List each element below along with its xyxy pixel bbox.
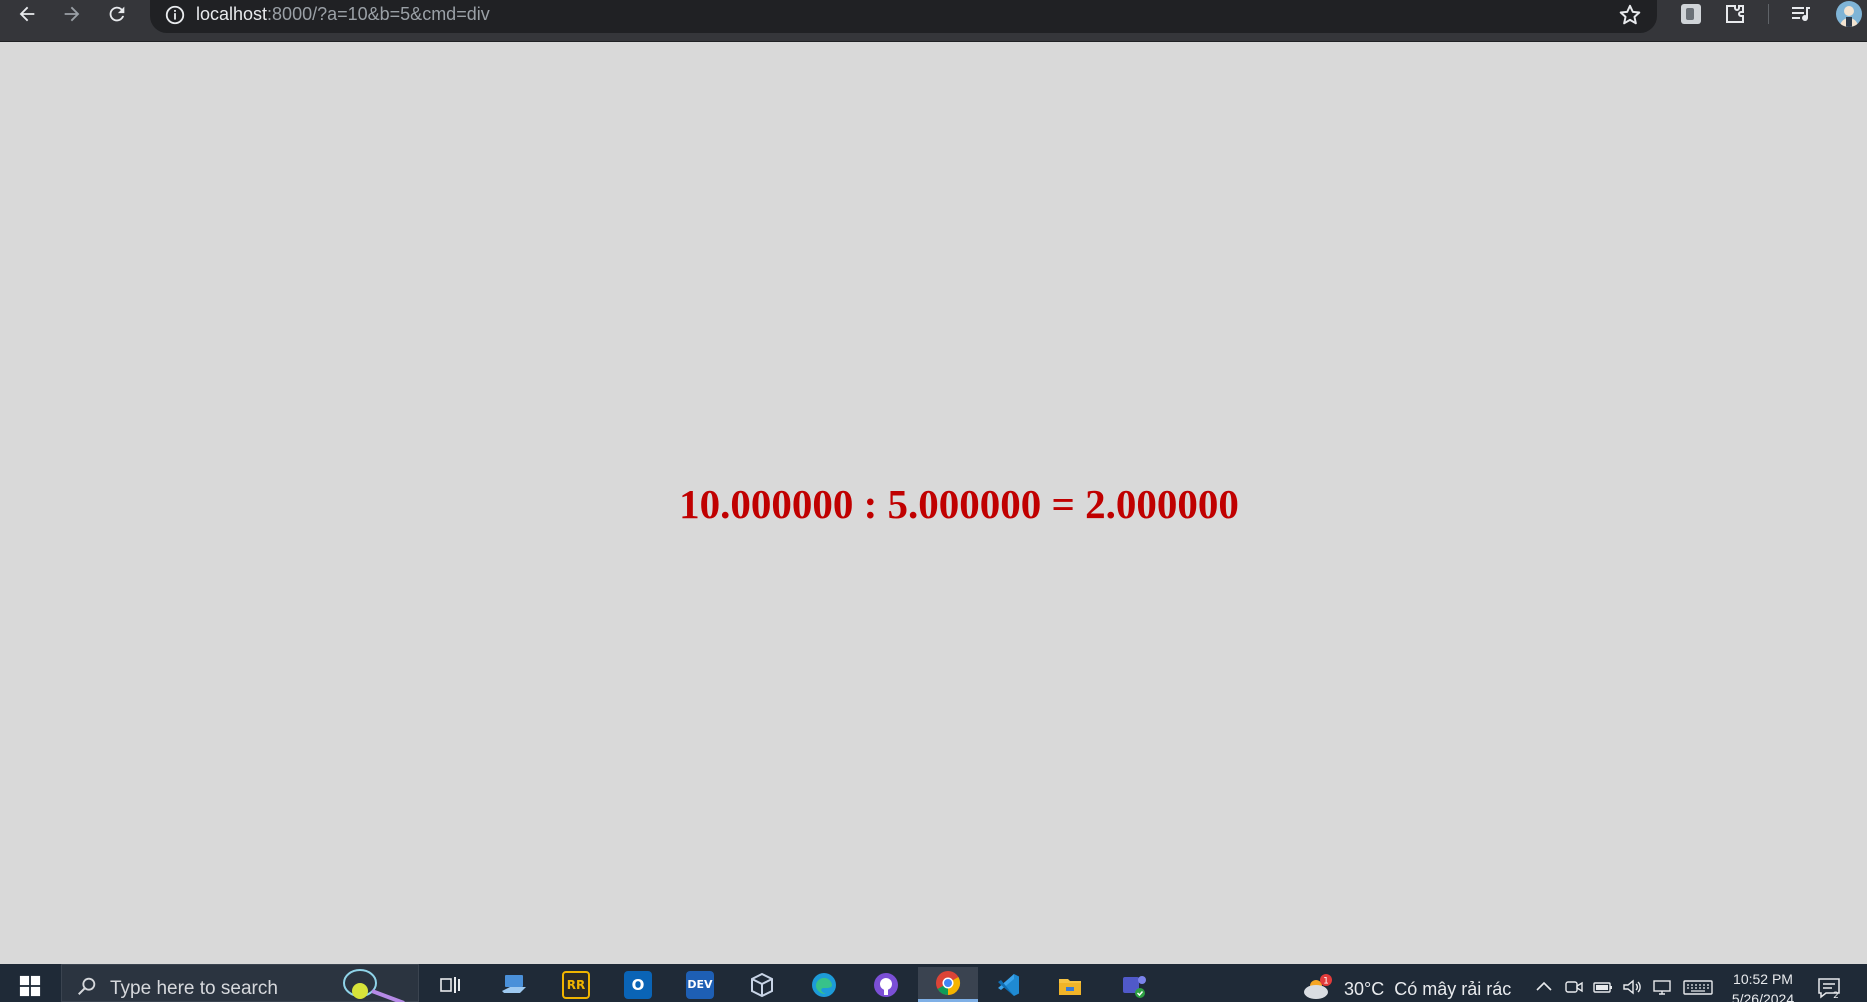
taskbar-outlook[interactable]: O: [610, 967, 666, 1002]
url-path: :8000/?a=10&b=5&cmd=div: [267, 4, 490, 24]
system-clock[interactable]: 10:52 PM 5/26/2024: [1718, 969, 1808, 1002]
remote-desktop-icon: [502, 974, 526, 993]
volume-icon[interactable]: [1621, 976, 1643, 998]
result-container: 10.000000 : 5.000000 = 2.000000: [0, 480, 1867, 528]
edge-browser-icon: [812, 972, 836, 997]
extension-app-icon: [1681, 4, 1701, 24]
taskbar-devcpp[interactable]: DEV: [672, 967, 728, 1002]
taskbar-vscode[interactable]: [980, 967, 1036, 1002]
clock-time: 10:52 PM: [1733, 971, 1793, 987]
clock-date: 5/26/2024: [1731, 991, 1795, 1002]
taskbar-search[interactable]: Type here to search: [61, 964, 419, 1002]
meet-now-icon[interactable]: [1563, 976, 1585, 998]
partly-cloudy-icon: 1: [1304, 974, 1332, 999]
taskbar-virtualbox[interactable]: [734, 967, 790, 1002]
rr-preview-icon: RR: [562, 970, 590, 999]
forward-arrow-icon: [64, 6, 80, 22]
windows-logo-icon: [19, 975, 41, 997]
weather-temp: 30°C: [1344, 979, 1385, 999]
task-view-icon: [440, 976, 460, 993]
toolbar-separator: [1768, 4, 1769, 24]
start-button[interactable]: [10, 970, 50, 1002]
profile-avatar[interactable]: [1836, 1, 1862, 27]
dev-cpp-icon: DEV: [686, 970, 714, 999]
notification-center-icon[interactable]: 2: [1816, 976, 1842, 1000]
reload-icon: [109, 6, 125, 22]
folder-icon: [1059, 978, 1081, 995]
taskbar-github[interactable]: [858, 967, 914, 1002]
reading-list-icon: [1792, 7, 1810, 22]
taskbar-task-view[interactable]: [422, 967, 478, 1002]
url-text[interactable]: localhost:8000/?a=10&b=5&cmd=div: [196, 3, 490, 25]
github-icon: [874, 972, 898, 997]
taskbar-teams[interactable]: [1106, 967, 1162, 1002]
search-icon: [78, 977, 96, 995]
taskbar: Type here to search RR O DEV 1 30°C Có m…: [0, 964, 1867, 1002]
teams-icon: [1123, 975, 1146, 998]
taskbar-rdp[interactable]: [486, 967, 542, 1002]
battery-icon[interactable]: [1592, 976, 1614, 998]
search-placeholder: Type here to search: [110, 978, 278, 999]
weather-desc: Có mây rải rác: [1394, 979, 1512, 999]
forward-button[interactable]: [52, 0, 92, 28]
back-arrow-icon: [19, 6, 35, 22]
notification-count: 2: [1833, 991, 1839, 1000]
taskbar-edge[interactable]: [796, 967, 852, 1002]
page-content: 10.000000 : 5.000000 = 2.000000: [0, 42, 1867, 964]
browser-toolbar: localhost:8000/?a=10&b=5&cmd=div: [0, 0, 1867, 42]
virtualbox-cube-icon: [751, 972, 773, 997]
taskbar-rr-preview[interactable]: RR: [548, 967, 604, 1002]
extension-puzzle-icon: [1726, 5, 1744, 23]
weather-badge: 1: [1323, 977, 1329, 987]
division-result: 10.000000 : 5.000000 = 2.000000: [679, 481, 1239, 527]
avatar-image: [1840, 6, 1858, 27]
reading-list-button[interactable]: [1786, 0, 1816, 28]
bookmark-star-icon[interactable]: [1617, 2, 1643, 28]
chrome-browser-icon: [936, 971, 961, 995]
search-highlight-tennis-icon: [343, 969, 405, 1002]
weather-widget[interactable]: 1 30°C Có mây rải rác: [1302, 974, 1512, 1002]
url-host: localhost: [196, 4, 268, 24]
network-icon[interactable]: [1651, 976, 1673, 998]
address-bar[interactable]: localhost:8000/?a=10&b=5&cmd=div: [150, 0, 1657, 33]
vscode-icon: [998, 973, 1019, 996]
taskbar-file-explorer[interactable]: [1042, 967, 1098, 1002]
weather-text: 30°C Có mây rải rác: [1344, 978, 1511, 1000]
extension-button[interactable]: [1676, 0, 1706, 28]
site-info-icon[interactable]: [164, 4, 186, 26]
keyboard-icon[interactable]: [1683, 976, 1713, 998]
taskbar-chrome[interactable]: [918, 967, 978, 1002]
chevron-up-icon[interactable]: [1533, 976, 1555, 998]
back-button[interactable]: [7, 0, 47, 28]
extensions-menu-button[interactable]: [1720, 0, 1750, 28]
outlook-icon: O: [624, 970, 652, 999]
reload-button[interactable]: [97, 0, 137, 28]
